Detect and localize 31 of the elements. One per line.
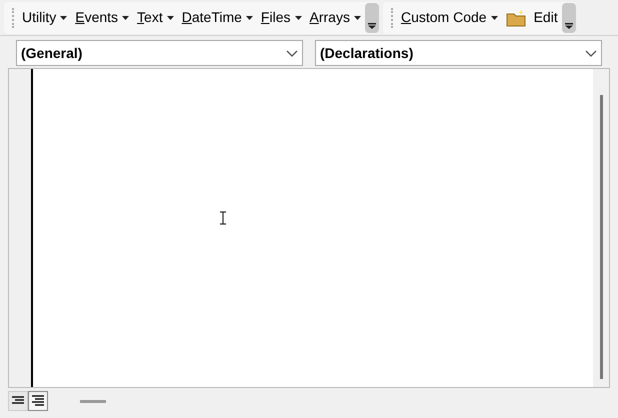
toolbar-menu[interactable]: Arrays [306,6,365,30]
caret-icon [490,16,498,20]
view-toggle-button[interactable] [28,391,48,411]
scrollbar-thumb[interactable] [600,95,602,379]
caret-icon [294,16,302,20]
chevron-down-icon [585,50,597,56]
caret-icon [354,16,361,20]
toolbar-overflow-button[interactable] [562,2,576,32]
lines-icon [31,395,45,407]
caret-icon [122,16,130,20]
chevron-icon [368,22,376,28]
lines-icon [11,396,25,406]
text-cursor-icon [219,211,227,225]
toolbar-menu[interactable]: Utility [18,6,72,30]
caret-icon [60,16,68,20]
toolbar-menu[interactable]: DateTime [178,6,257,30]
toolbar-menu[interactable]: Files [256,6,306,30]
toolbar-menu[interactable]: Text [133,6,178,30]
dropdown-field[interactable]: (General) [16,40,303,66]
toolbar-overflow-button[interactable] [364,2,379,32]
view-toggle-button[interactable] [8,391,28,411]
toolbar-menu[interactable]: Custom Code [396,6,502,30]
edit-button[interactable]: Edit [502,7,562,28]
caret-icon [166,16,174,20]
caret-icon [246,16,253,20]
chevron-icon [564,22,573,28]
dropdown-field[interactable]: (Declarations) [315,40,602,66]
folder-icon [506,8,526,26]
horizontal-scrollbar-thumb[interactable] [80,400,106,402]
toolbar-menu[interactable]: Events [71,6,134,30]
chevron-down-icon [286,50,298,56]
